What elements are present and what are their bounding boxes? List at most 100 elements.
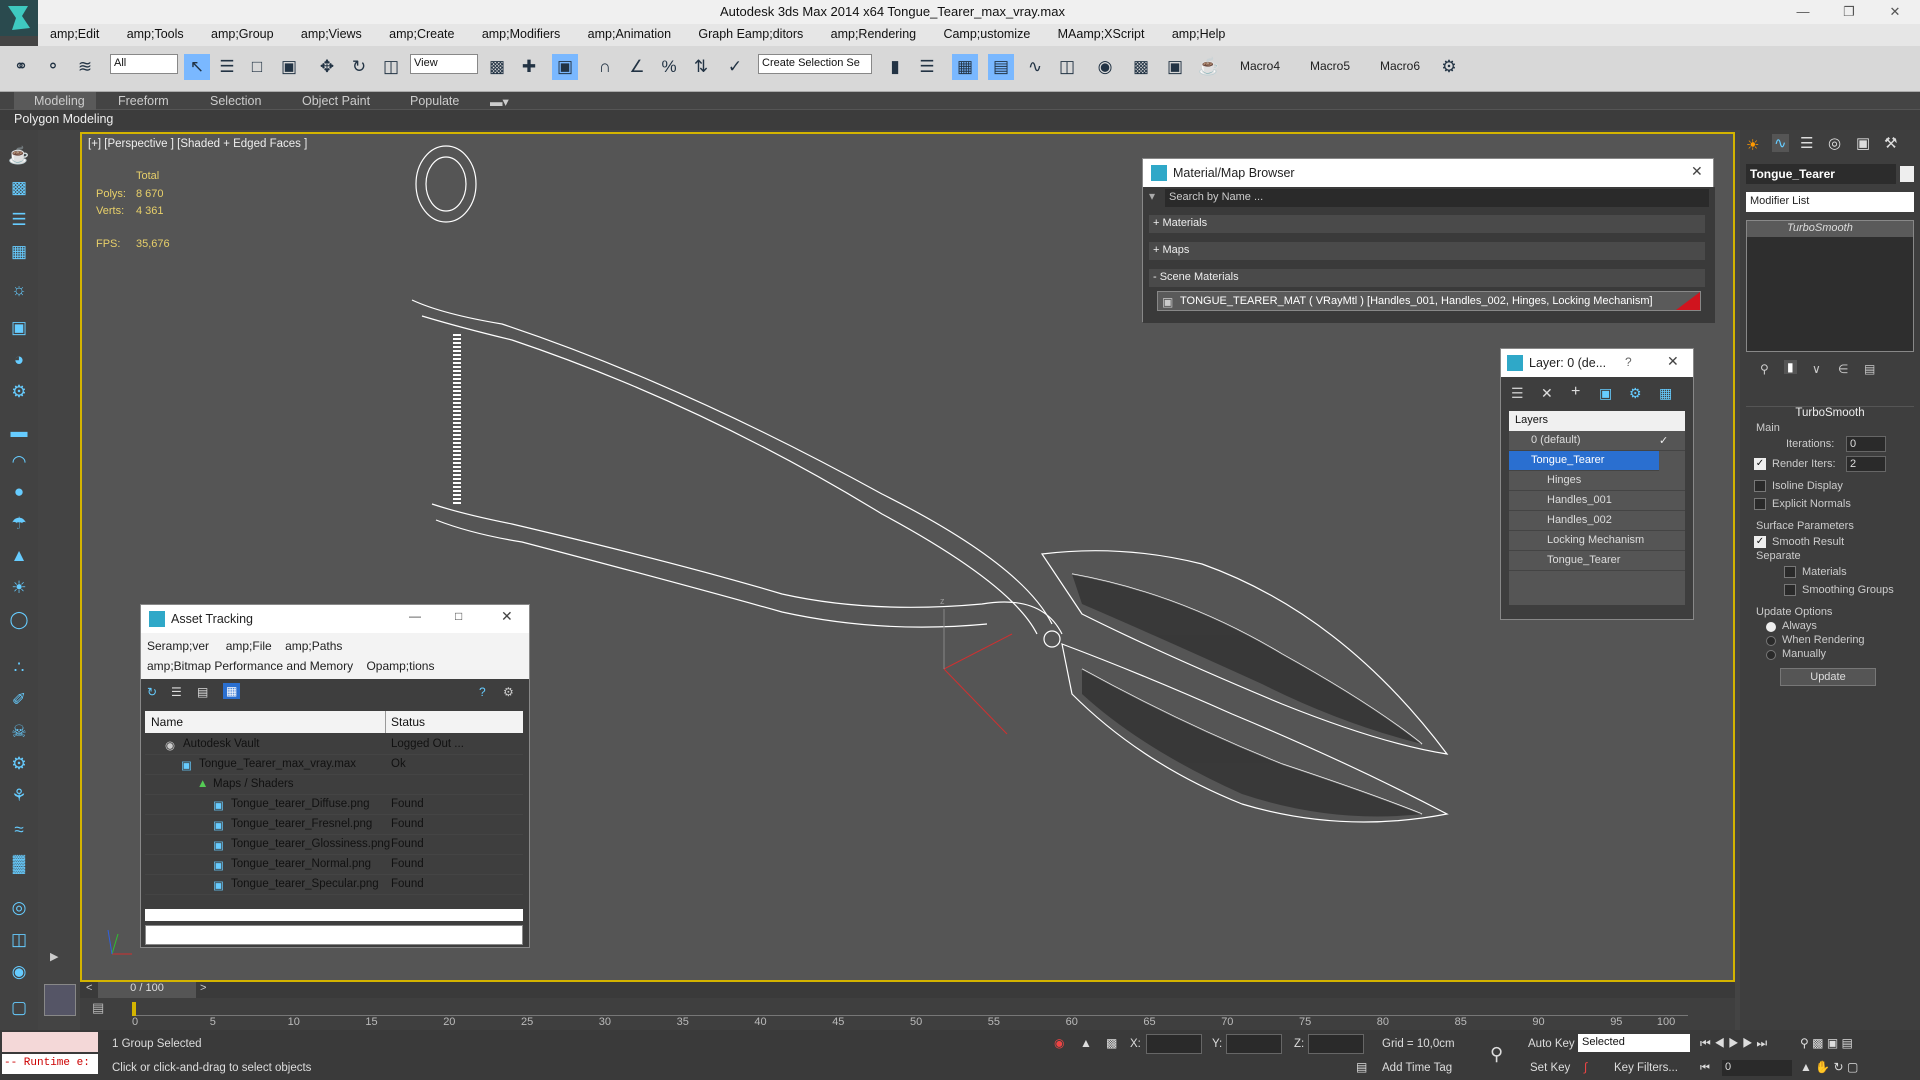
layer-object-hinges[interactable]: Hinges [1509,471,1685,491]
hemisphere-icon[interactable]: ◠ [6,452,32,476]
maximize-viewport-icon[interactable]: ▢ [1847,1060,1858,1074]
search-input[interactable]: Search by Name ... [1165,189,1709,207]
menu-animation[interactable]: amp;Animation [576,24,683,41]
manually-radio[interactable] [1766,650,1776,660]
iterations-spinner[interactable]: 0 [1846,436,1886,452]
play-icon[interactable]: ▶ [1728,1036,1739,1050]
table-row[interactable]: ▣ Tongue_tearer_Specular.png Found [145,875,523,895]
always-radio[interactable] [1766,622,1776,632]
horizontal-scrollbar[interactable] [145,909,523,921]
key-filters-button[interactable]: Key Filters... [1614,1062,1678,1074]
spinner-snap-icon[interactable]: ⇅ [688,54,714,80]
search-dropdown-icon[interactable]: ▾ [1149,189,1155,203]
delete-layer-icon[interactable]: ✕ [1541,385,1553,402]
maps-section[interactable]: + Maps [1149,242,1705,260]
rotate-icon[interactable]: ↻ [346,54,372,80]
create-tab-icon[interactable]: ☀ [1746,136,1759,154]
app-logo-icon[interactable] [0,0,38,36]
select-objects-icon[interactable]: ▣ [1599,385,1612,402]
time-slider-thumb[interactable]: 0 / 100 [98,982,196,998]
modify-tab-icon[interactable]: ∿ [1772,134,1789,152]
scene-materials-section[interactable]: - Scene Materials [1149,269,1705,287]
select-object-icon[interactable]: ↖ [184,54,210,80]
track-view-toggle-icon[interactable]: ▤ [92,1000,104,1016]
stack-item-turbosmooth[interactable]: TurboSmooth [1747,221,1913,237]
orbit-icon[interactable]: ↻ [1834,1060,1844,1074]
render-iters-checkbox[interactable]: ✓ [1754,458,1766,470]
helper-icon[interactable]: ◕ [6,350,32,374]
grid-view-icon[interactable]: ▦ [223,683,241,699]
menu-customize[interactable]: Camp;ustomize [931,24,1042,41]
box-icon[interactable]: ▬ [6,422,32,446]
update-button[interactable]: Update [1780,668,1876,686]
menu-create[interactable]: amp;Create [377,24,466,41]
curve-editor-icon[interactable]: ∿ [1022,54,1048,80]
table-row[interactable]: ▣ Tongue_tearer_Normal.png Found [145,855,523,875]
schematic-view-icon[interactable]: ◫ [1054,54,1080,80]
goto-end-icon[interactable]: ⏭ [1756,1036,1767,1050]
make-unique-icon[interactable]: ∨ [1812,362,1821,376]
close-icon[interactable]: ✕ [1691,163,1703,180]
current-frame-marker[interactable] [132,1002,136,1016]
zoom-all-icon[interactable]: ▩ [1812,1036,1823,1050]
maxscript-listener-top[interactable] [2,1032,98,1052]
globe-icon[interactable]: ◎ [6,898,32,922]
set-key-button[interactable]: Set Key [1530,1062,1570,1074]
column-name[interactable]: Name [151,715,183,729]
menu-paths[interactable]: amp;Paths [285,639,342,653]
zoom-extents-all-icon[interactable]: ▤ [1842,1036,1853,1050]
rollout-turbosmooth[interactable]: TurboSmooth [1746,406,1914,422]
track-bar[interactable] [132,1002,1688,1016]
plant-icon[interactable]: ⚘ [6,786,32,810]
table-row[interactable]: ▣ Tongue_tearer_Glossiness.png Found [145,835,523,855]
material-editor-icon[interactable]: ◉ [1092,54,1118,80]
percent-snap-icon[interactable]: % [656,54,682,80]
auto-key-button[interactable]: Auto Key [1528,1038,1575,1050]
maximize-icon[interactable]: □ [455,609,462,623]
named-selection-set-input[interactable]: Create Selection Se [758,54,872,74]
new-layer-icon[interactable]: ☰ [1511,385,1524,402]
y-coordinate-input[interactable] [1226,1034,1282,1054]
cone-icon[interactable]: ▲ [6,546,32,570]
menu-bitmap-performance[interactable]: amp;Bitmap Performance and Memory [147,659,353,673]
table-view-icon[interactable]: ▤ [197,685,208,699]
select-by-name-icon[interactable]: ☰ [214,54,240,80]
minimize-button[interactable]: — [1780,0,1826,24]
hide-all-icon[interactable]: ▦ [1659,385,1672,402]
edit-named-selection-icon[interactable]: ✓ [722,54,748,80]
menu-views[interactable]: amp;Views [289,24,374,41]
particles-icon[interactable]: ∴ [6,658,32,682]
reference-coord-dropdown[interactable]: View [410,54,478,74]
menu-group[interactable]: amp;Group [199,24,286,41]
pin-stack-icon[interactable]: ⚲ [1760,362,1769,376]
goto-start-icon[interactable]: ⏮ [1700,1036,1711,1050]
motion-tab-icon[interactable]: ◎ [1828,134,1841,152]
table-row[interactable]: ◉ Autodesk Vault Logged Out ... [145,735,523,755]
scale-icon[interactable]: ◫ [378,54,404,80]
display-tab-icon[interactable]: ▣ [1856,134,1870,152]
tab-freeform[interactable]: Freeform [118,94,169,108]
teapot-create-icon[interactable]: ☕ [6,146,32,170]
layer-object-handles-001[interactable]: Handles_001 [1509,491,1685,511]
highlight-layer-icon[interactable]: ⚙ [1629,385,1642,402]
object-color-swatch[interactable] [1900,166,1914,182]
material-row[interactable]: ▣ TONGUE_TEARER_MAT ( VRayMtl ) [Handles… [1157,291,1701,311]
menu-help[interactable]: amp;Help [1160,24,1238,41]
layer-object-handles-002[interactable]: Handles_002 [1509,511,1685,531]
ribbon-options-icon[interactable]: ▬▾ [490,94,509,109]
sphere-icon[interactable]: ● [6,482,32,506]
earth-icon[interactable]: ◉ [6,962,32,986]
table-row[interactable]: ▣ Tongue_Tearer_max_vray.max Ok [145,755,523,775]
prev-key-icon[interactable]: ◀ [1714,1036,1725,1050]
fov-icon[interactable]: ▲ [1800,1060,1812,1074]
grid-icon[interactable]: ▦ [6,242,32,266]
selection-filter-dropdown[interactable]: All [110,54,178,74]
next-frame-icon[interactable]: > [200,982,206,994]
layer-object-locking-mechanism[interactable]: Locking Mechanism [1509,531,1685,551]
window-crossing-icon[interactable]: ▣ [276,54,302,80]
link-icon[interactable]: ⚭ [8,54,34,80]
prev-frame-icon[interactable]: < [86,982,92,994]
mini-listener-box[interactable] [44,984,76,1016]
hair-icon[interactable]: ≈ [6,820,32,844]
mirror-icon[interactable]: ▮ [882,54,908,80]
